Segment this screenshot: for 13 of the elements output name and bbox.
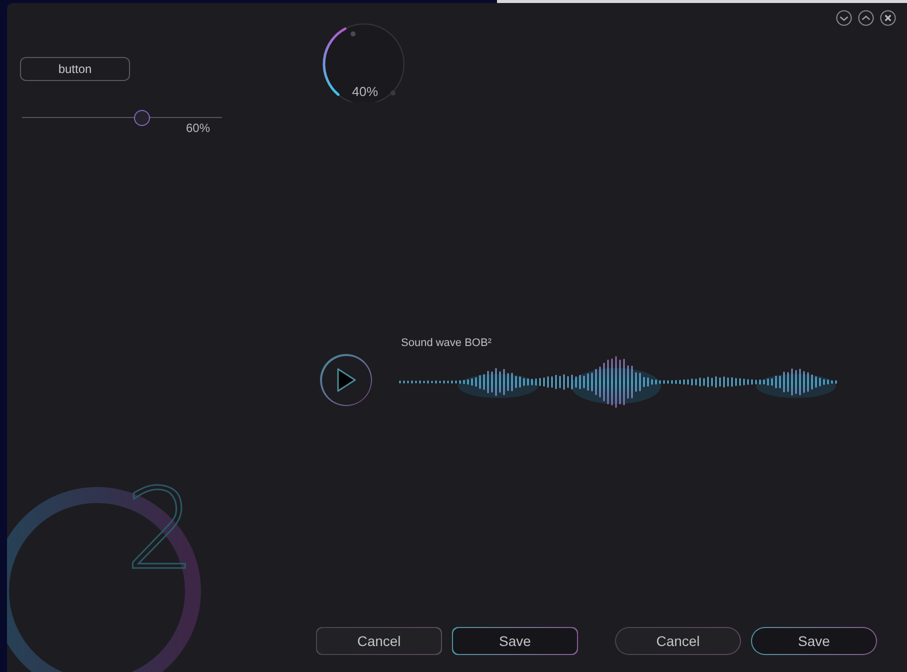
save-button[interactable]: Save (751, 627, 877, 655)
cancel-button[interactable]: Cancel (316, 627, 442, 655)
sound-title: Sound wave BOB² (401, 336, 492, 351)
close-icon[interactable] (880, 10, 896, 26)
save-button[interactable]: Save (452, 627, 578, 655)
knob-value: 40% (352, 83, 378, 101)
cancel-button[interactable]: Cancel (615, 627, 741, 655)
play-icon (335, 367, 357, 393)
logo-digit: 2 (125, 468, 196, 578)
slider-value: 60% (186, 120, 210, 137)
chevron-down-icon[interactable] (836, 10, 852, 26)
chevron-up-icon[interactable] (858, 10, 874, 26)
button[interactable]: button (20, 57, 130, 81)
